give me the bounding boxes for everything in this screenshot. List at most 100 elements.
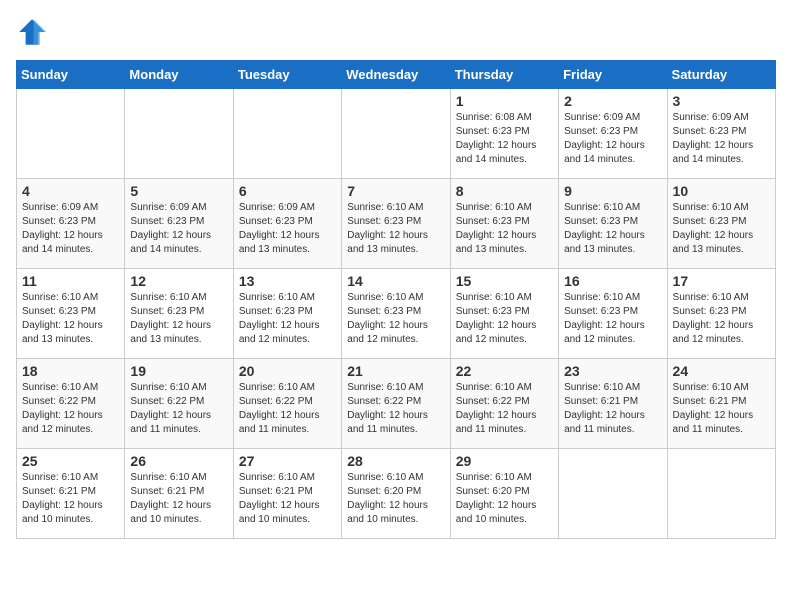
day-info: Sunrise: 6:10 AM Sunset: 6:22 PM Dayligh… (456, 381, 553, 437)
day-number: 28 (347, 453, 444, 469)
col-header-saturday: Saturday (667, 61, 775, 89)
calendar-cell: 20 Sunrise: 6:10 AM Sunset: 6:22 PM Dayli… (233, 359, 341, 449)
calendar-cell (559, 449, 667, 539)
col-header-thursday: Thursday (450, 61, 558, 89)
day-info: Sunrise: 6:10 AM Sunset: 6:23 PM Dayligh… (673, 291, 770, 347)
logo (16, 16, 52, 48)
day-info: Sunrise: 6:10 AM Sunset: 6:23 PM Dayligh… (347, 291, 444, 347)
day-info: Sunrise: 6:09 AM Sunset: 6:23 PM Dayligh… (130, 201, 227, 257)
logo-icon (16, 16, 48, 48)
calendar-cell: 25 Sunrise: 6:10 AM Sunset: 6:21 PM Dayli… (17, 449, 125, 539)
day-number: 1 (456, 93, 553, 109)
calendar-cell: 9 Sunrise: 6:10 AM Sunset: 6:23 PM Daylig… (559, 179, 667, 269)
day-number: 13 (239, 273, 336, 289)
day-info: Sunrise: 6:10 AM Sunset: 6:21 PM Dayligh… (673, 381, 770, 437)
day-info: Sunrise: 6:10 AM Sunset: 6:20 PM Dayligh… (456, 471, 553, 527)
calendar-cell: 15Sunrise: 6:10 AM Sunset: 6:23 PM Dayli… (450, 269, 558, 359)
calendar-cell: 7 Sunrise: 6:10 AM Sunset: 6:23 PM Daylig… (342, 179, 450, 269)
calendar-cell: 23 Sunrise: 6:10 AM Sunset: 6:21 PM Dayli… (559, 359, 667, 449)
day-info: Sunrise: 6:10 AM Sunset: 6:22 PM Dayligh… (130, 381, 227, 437)
day-info: Sunrise: 6:10 AM Sunset: 6:22 PM Dayligh… (347, 381, 444, 437)
calendar-cell: 27 Sunrise: 6:10 AM Sunset: 6:21 PM Dayli… (233, 449, 341, 539)
day-number: 22 (456, 363, 553, 379)
day-info: Sunrise: 6:10 AM Sunset: 6:23 PM Dayligh… (564, 291, 661, 347)
day-number: 5 (130, 183, 227, 199)
day-number: 25 (22, 453, 119, 469)
day-info: Sunrise: 6:10 AM Sunset: 6:23 PM Dayligh… (22, 291, 119, 347)
day-info: Sunrise: 6:10 AM Sunset: 6:22 PM Dayligh… (239, 381, 336, 437)
day-number: 11 (22, 273, 119, 289)
day-number: 12 (130, 273, 227, 289)
day-number: 24 (673, 363, 770, 379)
calendar-cell: 26 Sunrise: 6:10 AM Sunset: 6:21 PM Dayli… (125, 449, 233, 539)
col-header-sunday: Sunday (17, 61, 125, 89)
day-number: 4 (22, 183, 119, 199)
calendar-week-row: 25 Sunrise: 6:10 AM Sunset: 6:21 PM Dayli… (17, 449, 776, 539)
calendar-cell: 22 Sunrise: 6:10 AM Sunset: 6:22 PM Dayli… (450, 359, 558, 449)
calendar-cell: 11 Sunrise: 6:10 AM Sunset: 6:23 PM Dayli… (17, 269, 125, 359)
day-info: Sunrise: 6:10 AM Sunset: 6:22 PM Dayligh… (22, 381, 119, 437)
calendar-cell: 4 Sunrise: 6:09 AM Sunset: 6:23 PM Daylig… (17, 179, 125, 269)
day-info: Sunrise: 6:10 AM Sunset: 6:21 PM Dayligh… (22, 471, 119, 527)
day-number: 20 (239, 363, 336, 379)
calendar-cell (342, 89, 450, 179)
calendar-cell (667, 449, 775, 539)
calendar-table: SundayMondayTuesdayWednesdayThursdayFrid… (16, 60, 776, 539)
col-header-friday: Friday (559, 61, 667, 89)
col-header-tuesday: Tuesday (233, 61, 341, 89)
calendar-cell: 10Sunrise: 6:10 AM Sunset: 6:23 PM Dayli… (667, 179, 775, 269)
day-info: Sunrise: 6:10 AM Sunset: 6:21 PM Dayligh… (130, 471, 227, 527)
calendar-cell: 5 Sunrise: 6:09 AM Sunset: 6:23 PM Daylig… (125, 179, 233, 269)
day-info: Sunrise: 6:09 AM Sunset: 6:23 PM Dayligh… (22, 201, 119, 257)
day-number: 3 (673, 93, 770, 109)
day-info: Sunrise: 6:09 AM Sunset: 6:23 PM Dayligh… (564, 111, 661, 167)
day-number: 27 (239, 453, 336, 469)
day-info: Sunrise: 6:09 AM Sunset: 6:23 PM Dayligh… (673, 111, 770, 167)
calendar-week-row: 1 Sunrise: 6:08 AM Sunset: 6:23 PM Daylig… (17, 89, 776, 179)
day-info: Sunrise: 6:10 AM Sunset: 6:23 PM Dayligh… (564, 201, 661, 257)
day-info: Sunrise: 6:10 AM Sunset: 6:21 PM Dayligh… (564, 381, 661, 437)
day-info: Sunrise: 6:09 AM Sunset: 6:23 PM Dayligh… (239, 201, 336, 257)
calendar-cell: 8 Sunrise: 6:10 AM Sunset: 6:23 PM Daylig… (450, 179, 558, 269)
day-info: Sunrise: 6:10 AM Sunset: 6:23 PM Dayligh… (456, 201, 553, 257)
page-header (16, 16, 776, 48)
calendar-cell: 21 Sunrise: 6:10 AM Sunset: 6:22 PM Dayli… (342, 359, 450, 449)
col-header-wednesday: Wednesday (342, 61, 450, 89)
calendar-header-row: SundayMondayTuesdayWednesdayThursdayFrid… (17, 61, 776, 89)
calendar-cell: 18 Sunrise: 6:10 AM Sunset: 6:22 PM Dayli… (17, 359, 125, 449)
calendar-cell: 29Sunrise: 6:10 AM Sunset: 6:20 PM Dayli… (450, 449, 558, 539)
day-info: Sunrise: 6:10 AM Sunset: 6:20 PM Dayligh… (347, 471, 444, 527)
col-header-monday: Monday (125, 61, 233, 89)
day-number: 18 (22, 363, 119, 379)
calendar-cell: 19Sunrise: 6:10 AM Sunset: 6:22 PM Dayli… (125, 359, 233, 449)
day-info: Sunrise: 6:10 AM Sunset: 6:23 PM Dayligh… (456, 291, 553, 347)
day-number: 8 (456, 183, 553, 199)
calendar-cell: 1 Sunrise: 6:08 AM Sunset: 6:23 PM Daylig… (450, 89, 558, 179)
calendar-cell: 24 Sunrise: 6:10 AM Sunset: 6:21 PM Dayli… (667, 359, 775, 449)
calendar-week-row: 11 Sunrise: 6:10 AM Sunset: 6:23 PM Dayli… (17, 269, 776, 359)
calendar-cell: 13 Sunrise: 6:10 AM Sunset: 6:23 PM Dayli… (233, 269, 341, 359)
day-info: Sunrise: 6:10 AM Sunset: 6:23 PM Dayligh… (239, 291, 336, 347)
calendar-cell: 3 Sunrise: 6:09 AM Sunset: 6:23 PM Daylig… (667, 89, 775, 179)
calendar-cell: 17Sunrise: 6:10 AM Sunset: 6:23 PM Dayli… (667, 269, 775, 359)
calendar-cell: 2 Sunrise: 6:09 AM Sunset: 6:23 PM Daylig… (559, 89, 667, 179)
day-info: Sunrise: 6:10 AM Sunset: 6:23 PM Dayligh… (347, 201, 444, 257)
calendar-week-row: 18 Sunrise: 6:10 AM Sunset: 6:22 PM Dayli… (17, 359, 776, 449)
calendar-cell (17, 89, 125, 179)
calendar-cell (125, 89, 233, 179)
day-number: 23 (564, 363, 661, 379)
day-number: 26 (130, 453, 227, 469)
calendar-cell (233, 89, 341, 179)
day-number: 10 (673, 183, 770, 199)
calendar-cell: 6 Sunrise: 6:09 AM Sunset: 6:23 PM Daylig… (233, 179, 341, 269)
day-info: Sunrise: 6:08 AM Sunset: 6:23 PM Dayligh… (456, 111, 553, 167)
calendar-week-row: 4 Sunrise: 6:09 AM Sunset: 6:23 PM Daylig… (17, 179, 776, 269)
day-number: 6 (239, 183, 336, 199)
day-number: 9 (564, 183, 661, 199)
day-number: 21 (347, 363, 444, 379)
calendar-cell: 14Sunrise: 6:10 AM Sunset: 6:23 PM Dayli… (342, 269, 450, 359)
day-number: 7 (347, 183, 444, 199)
day-info: Sunrise: 6:10 AM Sunset: 6:21 PM Dayligh… (239, 471, 336, 527)
day-number: 2 (564, 93, 661, 109)
calendar-cell: 28 Sunrise: 6:10 AM Sunset: 6:20 PM Dayli… (342, 449, 450, 539)
